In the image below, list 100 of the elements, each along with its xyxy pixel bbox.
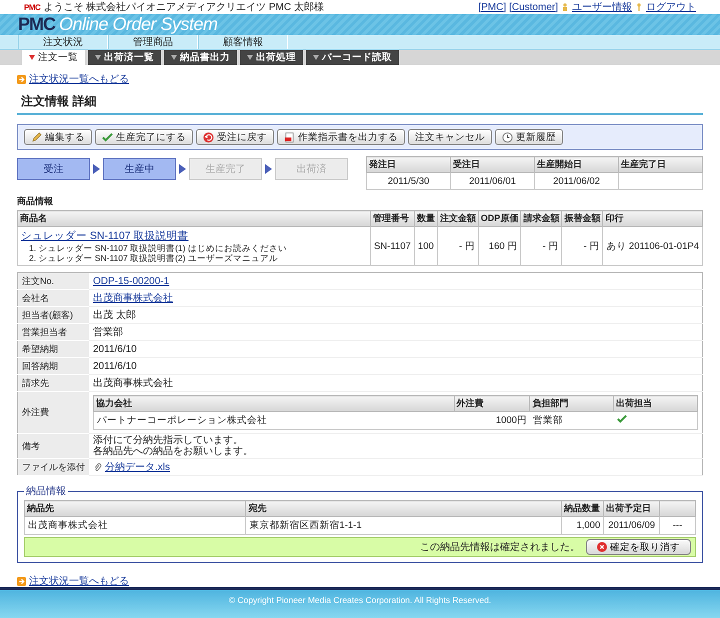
note-text: 各納品先への納品をお願いします。 — [93, 446, 253, 457]
file-link[interactable]: 分納データ.xls — [105, 460, 170, 474]
arrow-icon — [265, 164, 272, 174]
field-label: 請求先 — [18, 374, 89, 392]
cancel-button[interactable]: 確定を取り消す — [586, 539, 691, 555]
paperclip-icon — [93, 462, 102, 472]
action-button[interactable]: 作業指示書を出力する — [277, 129, 405, 145]
clock-icon — [502, 132, 513, 142]
check-icon — [102, 132, 113, 142]
column-header: 外注費 — [454, 396, 530, 412]
caret-icon — [171, 55, 177, 60]
field-value: 営業部 — [93, 327, 123, 338]
header-link[interactable]: ユーザー情報 — [572, 0, 632, 14]
column-header: 管理番号 — [370, 210, 414, 226]
table-cell: 2011/5/30 — [366, 172, 450, 190]
column-header: 宛先 — [246, 500, 562, 516]
column-header: 請求金額 — [520, 210, 562, 226]
column-header: 発注日 — [366, 156, 450, 172]
pencil-icon — [31, 132, 42, 142]
column-header: 納品数量 — [561, 500, 604, 516]
nav-item[interactable]: 管理商品 — [108, 35, 198, 49]
header-link[interactable]: [Customer] — [509, 2, 558, 12]
field-label: 回答納期 — [18, 358, 89, 374]
caret-icon — [313, 55, 319, 60]
action-button[interactable]: 受注に戻す — [196, 129, 274, 145]
field-value: 出茂商事株式会社 — [93, 378, 173, 389]
arrow-icon — [17, 74, 26, 84]
arrow-icon — [17, 576, 26, 586]
field-label: 外注費 — [18, 392, 89, 434]
table-cell: - 円 — [520, 226, 562, 266]
sub-tab[interactable]: 注文一覧 — [22, 50, 85, 65]
field-label: 備考 — [18, 434, 89, 458]
field-value: 2011/6/10 — [93, 344, 137, 354]
table-cell: 100 — [414, 226, 438, 266]
table-cell: - 円 — [562, 226, 603, 266]
caret-icon — [247, 55, 253, 60]
status-step: 生産完了 — [189, 158, 262, 180]
nav-item[interactable]: 顧客情報 — [198, 35, 288, 49]
section-label: 商品情報 — [17, 195, 54, 208]
table-cell: あり 201106-01-01P4 — [602, 226, 702, 266]
table-cell: 出茂商事株式会社 — [24, 516, 246, 534]
arrow-icon — [179, 164, 186, 174]
field-label: 担当者(顧客) — [18, 306, 89, 324]
panel-legend: 納品情報 — [24, 484, 68, 498]
sub-item-text: 2. シュレッダー SN-1107 取扱説明書(2) ユーザーズマニュアル — [28, 253, 279, 263]
nav-item[interactable]: 注文状況 — [18, 35, 108, 49]
key-icon — [635, 3, 643, 11]
copyright-text: © Copyright Pioneer Media Creates Corporation. All Rights Reserved. — [228, 595, 492, 606]
column-header: 生産完了日 — [618, 156, 702, 172]
field-label: 営業担当者 — [18, 324, 89, 340]
action-button[interactable]: 更新履歴 — [495, 129, 563, 145]
column-header: 印行 — [602, 210, 702, 226]
status-step: 生産中 — [103, 158, 176, 180]
table-cell: 東京都新宿区西新宿1-1-1 — [246, 516, 562, 534]
column-header: 生産開始日 — [534, 156, 618, 172]
table-cell: - 円 — [437, 226, 478, 266]
sub-tab[interactable]: 出荷処理 — [240, 50, 303, 65]
table-cell: 1,000 — [561, 516, 604, 534]
sub-item-text: 1. シュレッダー SN-1107 取扱説明書(1) はじめにお読みください — [28, 243, 288, 253]
table-cell: 営業部 — [530, 412, 614, 430]
caret-icon — [95, 55, 101, 60]
field-value: 出茂 太郎 — [93, 310, 136, 321]
banner-logo: PMC — [18, 14, 55, 35]
header-link[interactable]: ログアウト — [646, 0, 696, 14]
table-cell: 160 円 — [478, 226, 521, 266]
table-cell: 1000円 — [454, 412, 530, 430]
page-title: 注文情報 詳細 — [17, 93, 703, 115]
table-cell: 2011/06/01 — [450, 172, 534, 190]
column-header: 出荷担当 — [614, 396, 698, 412]
table-cell: SN-1107 — [370, 226, 414, 266]
check-icon — [616, 414, 627, 424]
product-link[interactable]: シュレッダー SN-1107 取扱説明書 — [21, 229, 367, 243]
close-icon — [597, 542, 607, 552]
field-link[interactable]: 出茂商事株式会社 — [93, 293, 173, 304]
action-button[interactable]: 生産完了にする — [95, 129, 193, 145]
table-cell: パートナーコーポレーション株式会社 — [94, 412, 454, 430]
back-link[interactable]: 注文状況一覧へもどる — [29, 574, 129, 588]
field-link[interactable]: ODP-15-00200-1 — [93, 276, 170, 286]
field-label: 会社名 — [18, 290, 89, 306]
sub-tab[interactable]: バーコード読取 — [306, 50, 399, 65]
action-button[interactable]: 注文キャンセル — [408, 129, 492, 145]
back-link[interactable]: 注文状況一覧へもどる — [29, 72, 129, 86]
column-header: 商品名 — [18, 210, 370, 226]
note-text: 添付にて分納先指示しています。 — [93, 435, 243, 446]
field-label: ファイルを添付 — [18, 458, 89, 476]
column-header: ODP原価 — [478, 210, 521, 226]
column-header: 出荷予定日 — [604, 500, 660, 516]
sub-tab[interactable]: 納品書出力 — [164, 50, 237, 65]
status-step: 出荷済 — [275, 158, 348, 180]
pdf-icon — [284, 132, 295, 142]
sub-tab[interactable]: 出荷済一覧 — [88, 50, 161, 65]
undo-icon — [203, 132, 214, 142]
table-cell: 2011/06/02 — [534, 172, 618, 190]
action-button[interactable]: 編集する — [24, 129, 92, 145]
confirmation-text: この納品先情報は確定されました。 — [420, 540, 580, 554]
column-header: 振替金額 — [562, 210, 603, 226]
arrow-icon — [93, 164, 100, 174]
header-link[interactable]: [PMC] — [478, 2, 506, 12]
status-step: 受注 — [17, 158, 90, 180]
logo: PMC — [24, 2, 40, 12]
